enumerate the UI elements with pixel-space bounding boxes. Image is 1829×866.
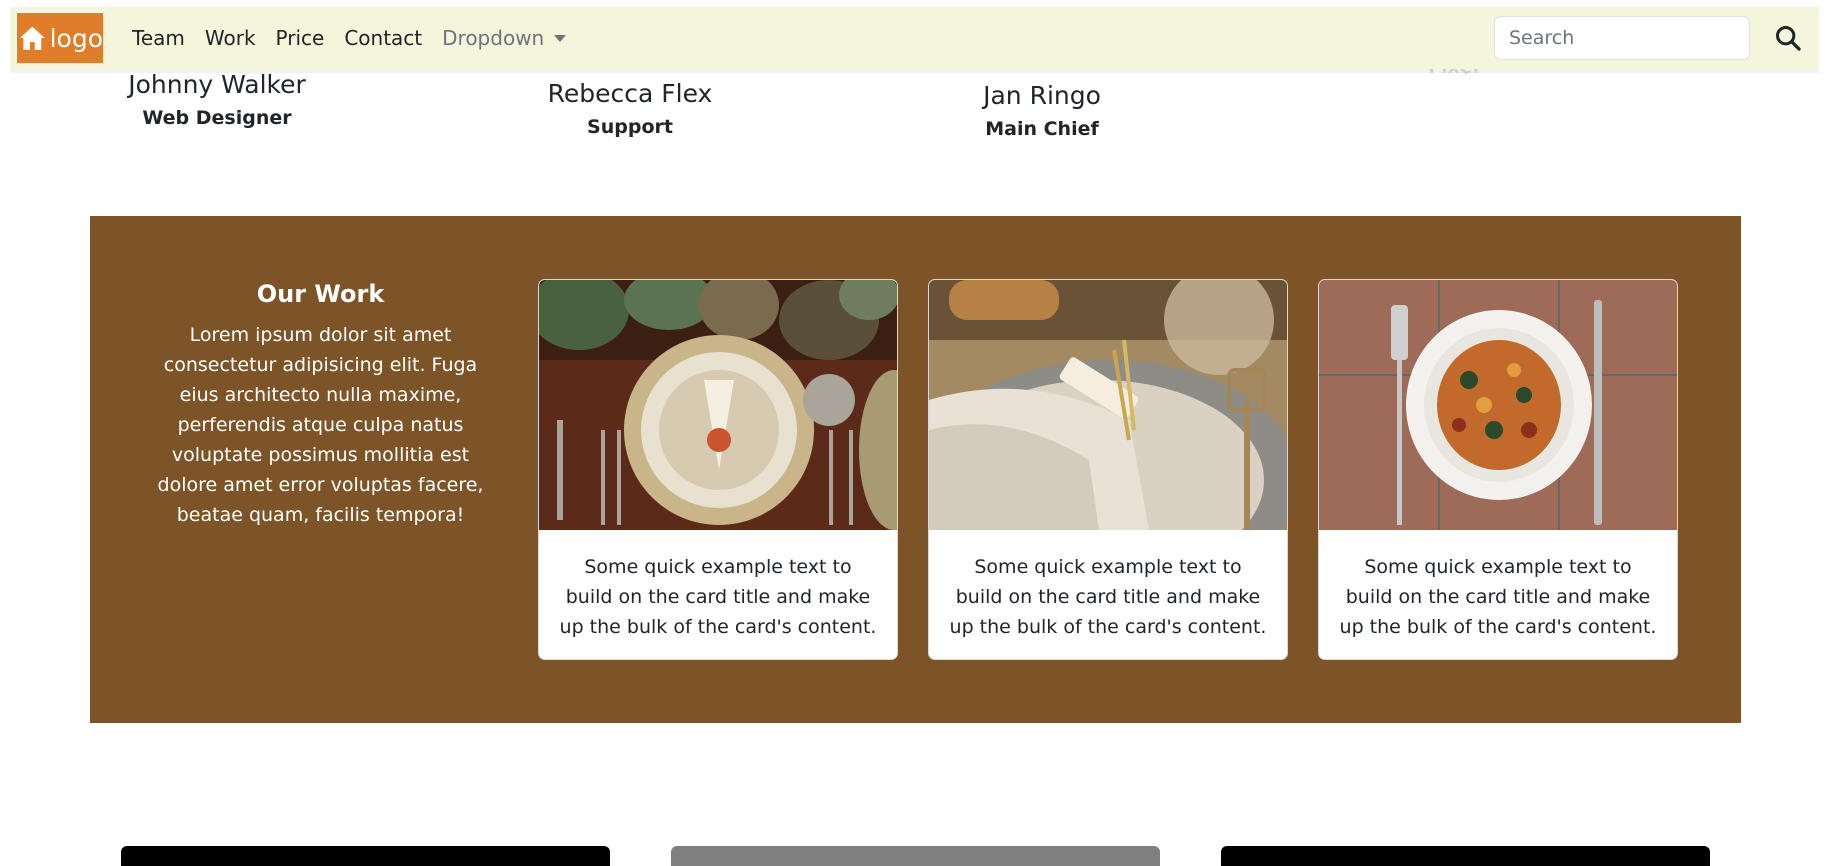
nav-link-team[interactable]: Team [132,26,185,50]
member-name: Jan Ringo [983,81,1101,110]
team-member: Johnny Walker Web Designer [128,70,306,129]
card-image-pasta-plate [1319,280,1677,530]
card-text: Some quick example text to build on the … [949,556,1267,638]
section-description: Lorem ipsum dolor sit amet consectetur a… [157,324,484,526]
home-icon [19,26,45,50]
bottom-tile [1221,846,1710,866]
card-body: Some quick example text to build on the … [929,530,1287,642]
card-text: Some quick example text to build on the … [1339,556,1657,638]
navbar: logo Team Work Price Contact Dropdown [10,7,1819,69]
section-title: Our Work [256,280,385,308]
search-icon[interactable] [1774,24,1802,52]
team-member: Rebecca Flex Support [548,79,713,138]
work-card[interactable]: Some quick example text to build on the … [1318,279,1678,660]
card-image-table-setting [539,280,897,530]
nav-dropdown-toggle[interactable]: Dropdown [442,26,567,50]
card-body: Some quick example text to build on the … [1319,530,1677,642]
bottom-tile [121,846,610,866]
nav-link-price[interactable]: Price [276,26,325,50]
member-role: Support [587,116,673,138]
card-text: Some quick example text to build on the … [559,556,877,638]
member-name: Rebecca Flex [547,79,713,108]
work-card[interactable]: Some quick example text to build on the … [538,279,898,660]
chevron-down-icon [554,34,567,42]
team-member: Jan Ringo Main Chief [983,81,1101,140]
brand-logo[interactable]: logo [17,13,103,63]
brand-text: logo [49,23,103,53]
dropdown-label: Dropdown [442,26,545,50]
nav-link-contact[interactable]: Contact [344,26,422,50]
work-intro: Our Work Lorem ipsum dolor sit amet cons… [148,280,493,530]
card-body: Some quick example text to build on the … [539,530,897,642]
work-card[interactable]: Some quick example text to build on the … [928,279,1288,660]
member-name: Johnny Walker [128,70,306,99]
card-image-thanksgiving-napkin [929,280,1287,530]
nav-links: Team Work Price Contact Dropdown [132,7,586,69]
search-input[interactable] [1494,16,1750,60]
member-role: Web Designer [142,107,292,129]
member-role: Main Chief [985,118,1099,140]
our-work-section: Our Work Lorem ipsum dolor sit amet cons… [90,216,1741,723]
nav-link-work[interactable]: Work [205,26,256,50]
bottom-tile [671,846,1160,866]
